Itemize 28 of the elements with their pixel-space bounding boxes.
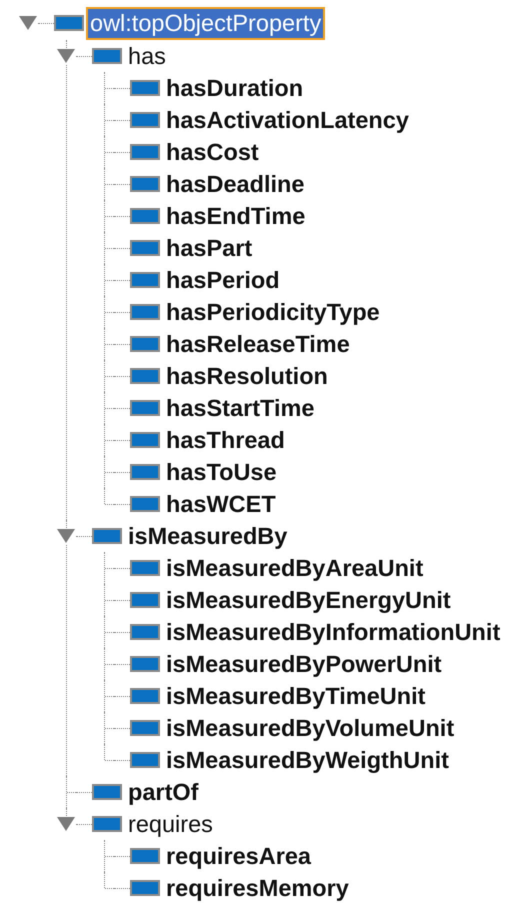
tree-item[interactable]: has — [126, 42, 168, 70]
tree-item[interactable]: hasPeriodicityType — [164, 298, 382, 326]
tree-item[interactable]: hasDeadline — [164, 170, 306, 198]
tree-item[interactable]: hasPart — [164, 234, 254, 262]
tree-item[interactable]: hasToUse — [164, 458, 279, 486]
tree-item[interactable]: requiresArea — [164, 842, 313, 870]
tree-item[interactable]: requiresMemory — [164, 874, 351, 902]
tree-item[interactable]: hasWCET — [164, 490, 278, 518]
tree-item[interactable]: hasCost — [164, 138, 261, 166]
tree-item[interactable]: isMeasuredBy — [126, 522, 290, 550]
tree-item[interactable]: isMeasuredByVolumeUnit — [164, 714, 456, 742]
tree-item[interactable]: isMeasuredByPowerUnit — [164, 650, 444, 678]
tree-item[interactable]: hasPeriod — [164, 266, 282, 294]
tree-item[interactable]: requires — [126, 810, 215, 838]
tree-item[interactable]: owl:topObjectProperty — [88, 8, 324, 38]
tree-item[interactable]: hasActivationLatency — [164, 106, 411, 134]
tree-item[interactable]: isMeasuredByAreaUnit — [164, 554, 426, 582]
tree-item[interactable]: isMeasuredByWeigthUnit — [164, 746, 451, 774]
tree-item[interactable]: isMeasuredByInformationUnit — [164, 618, 502, 646]
tree-item[interactable]: isMeasuredByTimeUnit — [164, 682, 428, 710]
tree-item[interactable]: partOf — [126, 778, 200, 806]
tree-item[interactable]: hasEndTime — [164, 202, 308, 230]
tree-item[interactable]: hasThread — [164, 426, 287, 454]
tree-item[interactable]: isMeasuredByEnergyUnit — [164, 586, 453, 614]
tree-item[interactable]: hasResolution — [164, 362, 330, 390]
tree-item[interactable]: hasReleaseTime — [164, 330, 352, 358]
tree-item[interactable]: hasDuration — [164, 74, 306, 102]
tree-item[interactable]: hasStartTime — [164, 394, 316, 422]
